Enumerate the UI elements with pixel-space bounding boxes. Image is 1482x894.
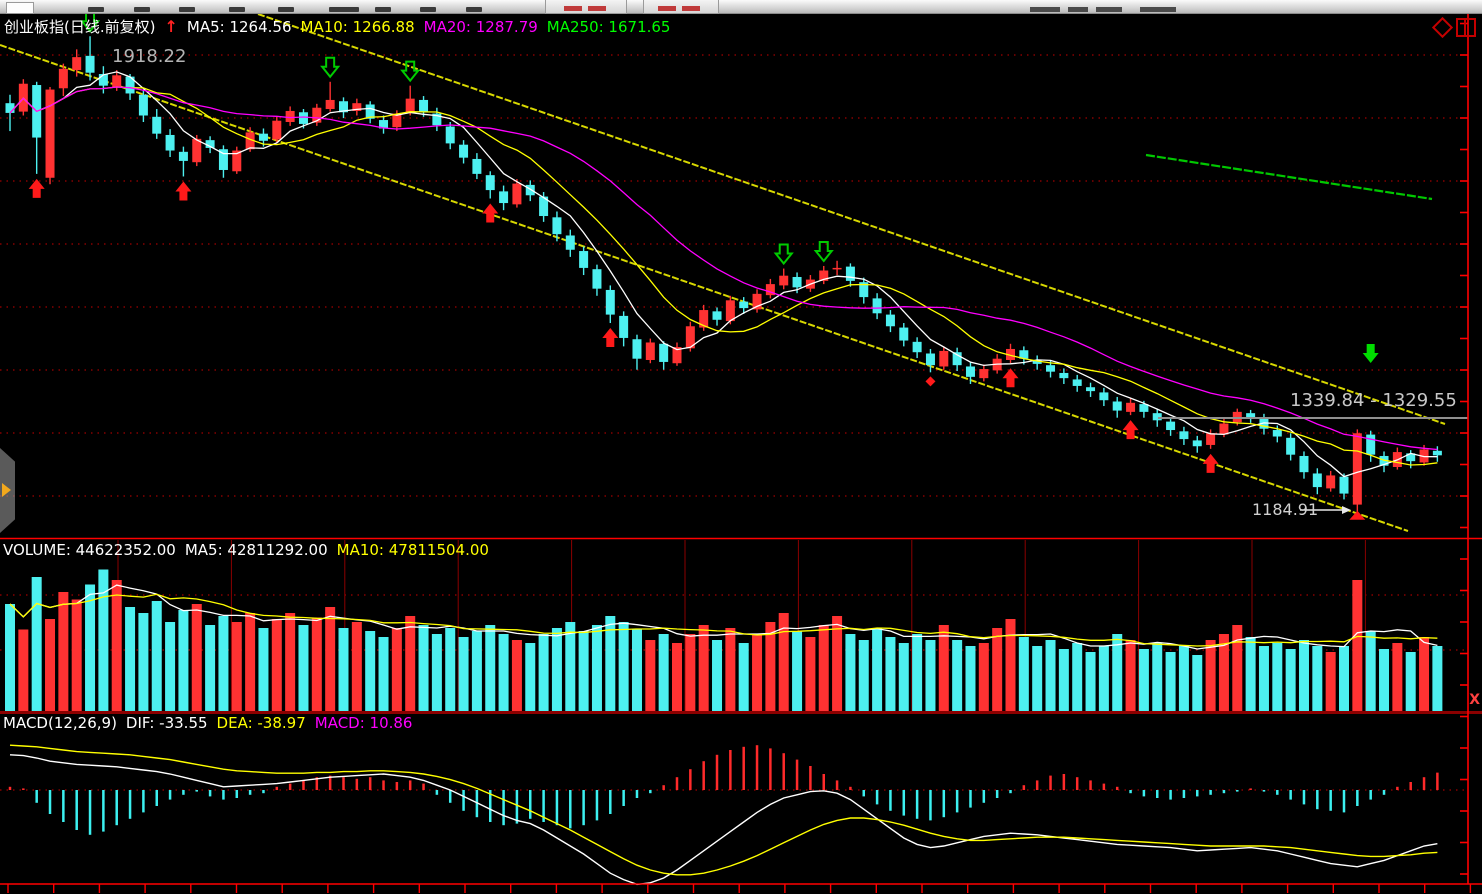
trend-up-arrow-icon: ↑	[164, 17, 178, 36]
close-icon[interactable]: X	[1469, 692, 1480, 708]
volume-value-label: VOLUME: 44622352.00	[3, 541, 176, 559]
ma20-value-label: MA20: 1287.79	[423, 18, 538, 36]
menu-item[interactable]	[1068, 7, 1088, 12]
macd-title-label: MACD(12,26,9)	[3, 714, 117, 732]
menu-item[interactable]	[278, 7, 294, 12]
menu-button-red-1[interactable]	[545, 0, 627, 14]
volume-header: VOLUME: 44622352.00 MA5: 42811292.00 MA10:…	[3, 541, 498, 559]
menu-item[interactable]	[1140, 7, 1176, 12]
ma250-value-label: MA250: 1671.65	[546, 18, 671, 36]
dea-value-label: DEA: -38.97	[216, 714, 306, 732]
macd-header: MACD(12,26,9) DIF: -33.55 DEA: -38.97 MACD:…	[3, 714, 421, 732]
low-price-annotation: 1184.91	[1252, 500, 1319, 519]
menu-item[interactable]	[1030, 7, 1060, 12]
windows-overlap-icon[interactable]	[1456, 18, 1476, 37]
chart-area[interactable]	[0, 0, 1482, 894]
menu-item[interactable]	[134, 7, 150, 12]
menu-button-red-2[interactable]	[643, 0, 719, 14]
trading-app-window: 创业板指(日线.前复权) ↑ MA5: 1264.56 MA10: 1266.88 MA…	[0, 0, 1482, 894]
high-price-annotation: 1918.22	[112, 46, 187, 67]
menu-item[interactable]	[179, 7, 195, 12]
ma10-value-label: MA10: 1266.88	[300, 18, 415, 36]
volume-ma10-label: MA10: 47811504.00	[336, 541, 489, 559]
menu-item[interactable]	[229, 7, 245, 12]
range-price-annotation: 1339.84 - 1329.55	[1290, 390, 1457, 411]
macd-value-label: MACD: 10.86	[314, 714, 413, 732]
menu-item[interactable]	[466, 7, 482, 12]
menu-item[interactable]	[329, 7, 359, 12]
diamond-icon[interactable]	[1431, 16, 1454, 39]
dif-value-label: DIF: -33.55	[125, 714, 208, 732]
ma5-value-label: MA5: 1264.56	[186, 18, 292, 36]
menu-item[interactable]	[375, 7, 391, 12]
flyout-arrow-icon	[2, 483, 11, 497]
sidebar-flyout-handle[interactable]	[0, 448, 15, 533]
app-logo-icon[interactable]	[6, 2, 34, 14]
menu-item[interactable]	[88, 7, 104, 12]
menu-bar[interactable]	[0, 0, 1482, 14]
menu-item[interactable]	[420, 7, 436, 12]
main-chart-header: 创业板指(日线.前复权) ↑ MA5: 1264.56 MA10: 1266.88 MA…	[4, 16, 679, 37]
volume-ma5-label: MA5: 42811292.00	[184, 541, 328, 559]
menu-item[interactable]	[1096, 7, 1122, 12]
symbol-label: 创业板指(日线.前复权)	[4, 18, 156, 36]
